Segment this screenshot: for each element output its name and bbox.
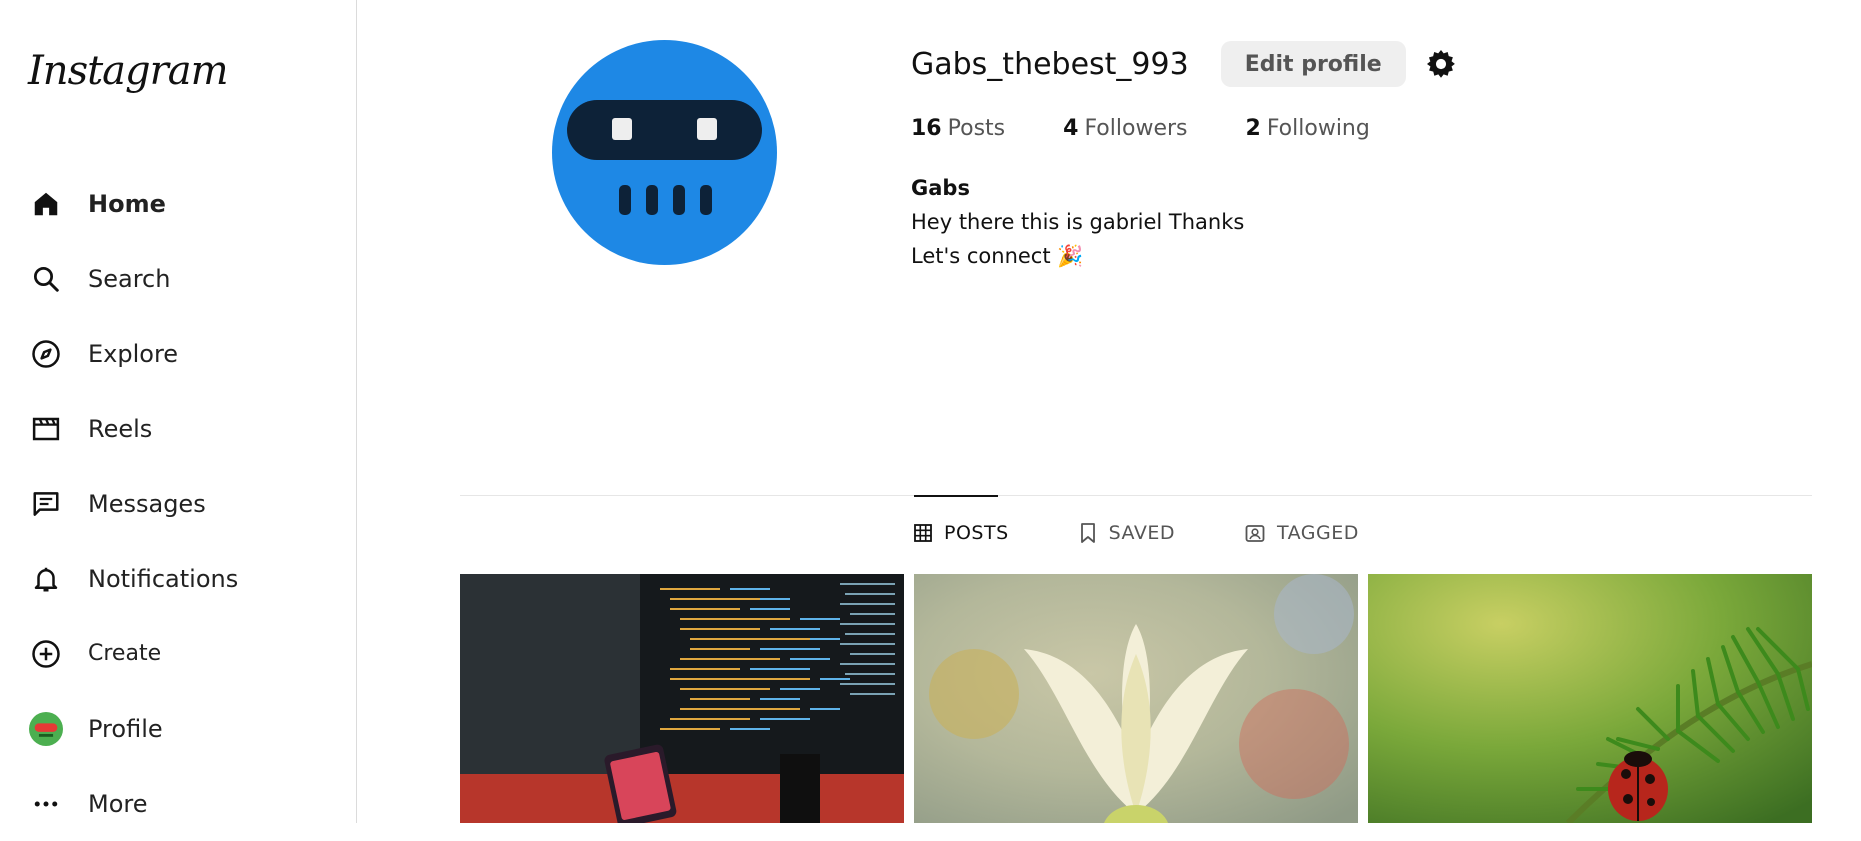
sidebar-item-label: Explore	[88, 339, 179, 368]
sidebar-item-label: Reels	[88, 414, 153, 443]
followers-count: 4	[1063, 116, 1079, 141]
following-label: Following	[1266, 116, 1370, 141]
tabs-divider	[460, 495, 1812, 496]
following-stat[interactable]: 2 Following	[1246, 116, 1370, 141]
sidebar-item-label: Notifications	[88, 564, 239, 593]
more-dots-icon	[28, 786, 64, 822]
profile-bio: Gabs Hey there this is gabriel Thanks Le…	[911, 171, 1711, 273]
sidebar-nav: Home Search Explore Reels Messages Notif…	[28, 166, 238, 841]
tab-saved[interactable]: SAVED	[1079, 522, 1175, 544]
sidebar: Instagram Home Search Explore Reels Mess…	[0, 0, 357, 823]
sidebar-item-create[interactable]: Create	[28, 616, 238, 691]
edit-profile-button[interactable]: Edit profile	[1220, 41, 1406, 87]
profile-tabs: POSTS SAVED TAGGED	[914, 522, 1429, 544]
profile-avatar-icon	[28, 711, 64, 747]
sidebar-item-notifications[interactable]: Notifications	[28, 541, 238, 616]
home-icon	[28, 186, 64, 222]
posts-grid	[460, 574, 1812, 823]
tab-posts[interactable]: POSTS	[914, 522, 1009, 544]
tab-label: TAGGED	[1276, 522, 1359, 544]
sidebar-item-reels[interactable]: Reels	[28, 391, 238, 466]
sidebar-item-label: Profile	[88, 714, 163, 743]
bio-line: Let's connect 🎉	[911, 244, 1084, 268]
sidebar-item-more[interactable]: More	[28, 766, 238, 841]
followers-label: Followers	[1084, 116, 1188, 141]
sidebar-item-label: Create	[88, 641, 162, 666]
sidebar-item-label: Messages	[88, 489, 206, 518]
post-tile-ladybug[interactable]	[1368, 574, 1812, 823]
reels-icon	[28, 411, 64, 447]
grid-icon	[914, 524, 932, 542]
posts-count: 16	[911, 116, 942, 141]
sidebar-item-label: More	[88, 789, 148, 818]
sidebar-item-label: Home	[88, 189, 166, 218]
sidebar-item-explore[interactable]: Explore	[28, 316, 238, 391]
instagram-logo[interactable]: Instagram	[28, 48, 229, 94]
message-icon	[28, 486, 64, 522]
search-icon	[28, 261, 64, 297]
posts-stat: 16 Posts	[911, 116, 1005, 141]
bio-line: Hey there this is gabriel Thanks	[911, 210, 1245, 234]
compass-icon	[28, 336, 64, 372]
posts-label: Posts	[947, 116, 1006, 141]
tagged-icon	[1245, 523, 1265, 543]
profile-stats: 16 Posts 4 Followers 2 Following	[911, 116, 1711, 141]
bell-icon	[28, 561, 64, 597]
sidebar-item-messages[interactable]: Messages	[28, 466, 238, 541]
sidebar-item-search[interactable]: Search	[28, 241, 238, 316]
username: Gabs_thebest_993	[911, 46, 1189, 82]
display-name: Gabs	[911, 176, 970, 200]
post-tile-tulip[interactable]	[914, 574, 1358, 823]
gear-icon[interactable]	[1424, 47, 1458, 81]
profile-avatar[interactable]	[552, 40, 777, 265]
plus-circle-icon	[28, 636, 64, 672]
following-count: 2	[1245, 116, 1261, 141]
tab-label: SAVED	[1108, 522, 1175, 544]
followers-stat[interactable]: 4 Followers	[1063, 116, 1187, 141]
tab-tagged[interactable]: TAGGED	[1245, 522, 1359, 544]
sidebar-item-home[interactable]: Home	[28, 166, 238, 241]
active-tab-indicator	[914, 495, 998, 497]
profile-info: Gabs_thebest_993 Edit profile 16 Posts 4F…	[911, 40, 1711, 273]
sidebar-item-label: Search	[88, 264, 171, 293]
bookmark-icon	[1079, 523, 1097, 543]
post-tile-code[interactable]	[460, 574, 904, 823]
sidebar-item-profile[interactable]: Profile	[28, 691, 238, 766]
profile-main: Gabs_thebest_993 Edit profile 16 Posts 4F…	[357, 0, 1861, 823]
tab-label: POSTS	[944, 522, 1009, 544]
